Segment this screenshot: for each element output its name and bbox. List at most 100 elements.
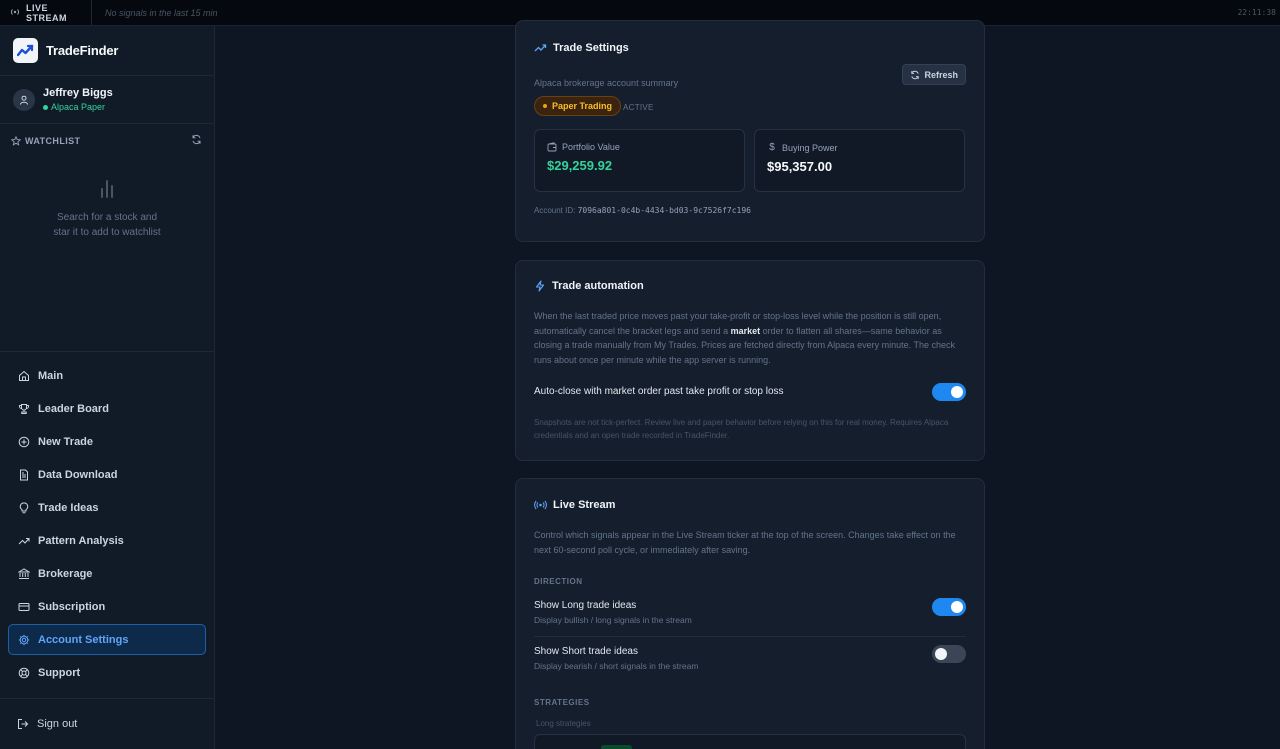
trade-settings-title: Trade Settings xyxy=(534,42,629,54)
watchlist-empty-line2: star it to add to watchlist xyxy=(53,227,161,238)
nav-label: Main xyxy=(38,369,64,382)
refresh-button[interactable]: Refresh xyxy=(902,64,966,85)
trade-settings-card: Trade Settings Alpaca brokerage account … xyxy=(515,20,985,242)
watchlist-title: WATCHLIST xyxy=(11,136,80,146)
lightbulb-icon xyxy=(19,502,29,513)
nav-label: Account Settings xyxy=(38,633,129,646)
sign-out-icon xyxy=(18,719,29,729)
refresh-label: Refresh xyxy=(924,69,958,80)
automation-description: When the last traded price moves past yo… xyxy=(534,309,966,367)
star-icon xyxy=(11,136,21,146)
lifebuoy-icon xyxy=(18,667,30,678)
trophy-icon xyxy=(19,403,29,414)
trade-automation-heading: Trade automation xyxy=(552,280,644,292)
nav-item-pattern-analysis[interactable]: Pattern Analysis xyxy=(8,525,206,556)
paper-trading-label: Paper Trading xyxy=(552,101,613,111)
live-stream-description: Control which signals appear in the Live… xyxy=(534,530,956,555)
trade-automation-title: Trade automation xyxy=(534,280,644,292)
status-dot xyxy=(43,104,48,110)
strategy-row[interactable] xyxy=(534,734,966,749)
dollar-icon: $ xyxy=(769,142,775,153)
refresh-icon xyxy=(911,70,920,79)
nav-label: Support xyxy=(38,666,81,679)
broadcast-icon xyxy=(10,8,20,18)
nav-label: Leader Board xyxy=(38,402,109,415)
nav-item-new-trade[interactable]: New Trade xyxy=(8,426,206,457)
nav-item-data-download[interactable]: Data Download xyxy=(8,459,206,490)
nav-label: Pattern Analysis xyxy=(38,534,124,547)
auto-close-label: Auto-close with market order past take p… xyxy=(534,386,784,397)
automation-desc-bold: market xyxy=(730,325,761,336)
short-ideas-subtitle: Display bearish / short signals in the s… xyxy=(534,661,699,671)
nav-label: Subscription xyxy=(38,600,106,613)
nav-item-account-settings[interactable]: Account Settings xyxy=(8,624,206,655)
nav-label: Trade Ideas xyxy=(38,501,99,514)
trend-icon xyxy=(18,537,30,544)
nav-item-subscription[interactable]: Subscription xyxy=(8,591,206,622)
nav-label: New Trade xyxy=(38,435,94,448)
buying-power-card: $ Buying Power $95,357.00 xyxy=(754,129,965,192)
bolt-icon xyxy=(535,280,545,292)
divider xyxy=(534,636,966,637)
short-ideas-title: Show Short trade ideas xyxy=(534,646,638,657)
watchlist-empty: Search for a stock and star it to add to… xyxy=(0,178,214,240)
ticker-clock: 22:11:38 xyxy=(1237,8,1276,17)
nav-item-brokerage[interactable]: Brokerage xyxy=(8,558,206,589)
brand[interactable]: TradeFinder xyxy=(0,26,214,76)
avatar xyxy=(13,88,35,111)
nav-label: Brokerage xyxy=(38,567,93,580)
home-icon xyxy=(19,370,29,381)
user-profile[interactable]: Jeffrey Biggs Alpaca Paper xyxy=(0,76,214,124)
user-icon xyxy=(20,95,28,105)
portfolio-value: $29,259.92 xyxy=(547,158,613,173)
account-id-value: 7096a801-0c4b-4434-bd03-9c7526f7c196 xyxy=(577,206,751,215)
live-stream-tag: LIVE STREAM xyxy=(0,0,92,25)
nav-item-leader-board[interactable]: Leader Board xyxy=(8,393,206,424)
portfolio-label-text: Portfolio Value xyxy=(562,142,620,152)
nav-label: Data Download xyxy=(38,468,118,481)
long-ideas-title: Show Long trade ideas xyxy=(534,600,637,611)
trend-up-icon xyxy=(534,44,547,52)
strategies-section-label: STRATEGIES xyxy=(534,698,590,707)
nav-item-main[interactable]: Main xyxy=(8,360,206,391)
refresh-watchlist-icon[interactable] xyxy=(191,132,202,150)
main-nav: Main Leader Board New Trade Data Downloa… xyxy=(0,351,214,690)
trade-settings-heading: Trade Settings xyxy=(553,42,629,54)
buying-label-text: Buying Power xyxy=(782,142,838,153)
account-id: Account ID: 7096a801-0c4b-4434-bd03-9c75… xyxy=(534,206,751,215)
trade-automation-card: Trade automation When the last traded pr… xyxy=(515,260,985,461)
account-id-label: Account ID: xyxy=(534,206,576,215)
live-stream-title: Live Stream xyxy=(534,499,615,511)
buying-power-value: $95,357.00 xyxy=(767,159,833,174)
live-stream-label: LIVE STREAM xyxy=(26,2,67,23)
gear-icon xyxy=(18,634,30,645)
nav-item-trade-ideas[interactable]: Trade Ideas xyxy=(8,492,206,523)
trade-settings-subtitle: Alpaca brokerage account summary xyxy=(534,78,679,88)
plus-circle-icon xyxy=(18,436,30,447)
long-strategies-label: Long strategies xyxy=(536,719,591,728)
user-account-label: Alpaca Paper xyxy=(51,102,106,112)
live-stream-card: Live Stream Control which signals appear… xyxy=(515,478,985,749)
direction-section-label: DIRECTION xyxy=(534,577,583,586)
user-name: Jeffrey Biggs xyxy=(43,87,113,99)
long-ideas-toggle[interactable] xyxy=(932,598,966,616)
ticker-status: No signals in the last 15 min xyxy=(105,7,218,18)
card-icon xyxy=(18,602,30,611)
automation-note: Snapshots are not tick-perfect. Review l… xyxy=(534,418,949,440)
toggle-knob xyxy=(935,648,947,660)
chart-bars-icon xyxy=(0,178,214,198)
paper-trading-badge: Paper Trading xyxy=(534,96,622,116)
long-badge xyxy=(601,745,632,749)
live-stream-heading: Live Stream xyxy=(553,499,616,511)
sign-out-button[interactable]: Sign out xyxy=(0,698,214,749)
portfolio-value-card: Portfolio Value $29,259.92 xyxy=(534,129,745,192)
short-ideas-toggle[interactable] xyxy=(932,645,966,663)
watchlist-header: WATCHLIST xyxy=(0,124,214,158)
status-dot xyxy=(543,104,547,108)
file-icon xyxy=(20,469,28,480)
auto-close-toggle[interactable] xyxy=(932,383,966,401)
long-ideas-subtitle: Display bullish / long signals in the st… xyxy=(534,615,692,625)
nav-item-support[interactable]: Support xyxy=(8,657,206,688)
account-status: ACTIVE xyxy=(623,103,654,112)
long-ideas-row: Show Long trade ideas Display bullish / … xyxy=(534,600,692,625)
